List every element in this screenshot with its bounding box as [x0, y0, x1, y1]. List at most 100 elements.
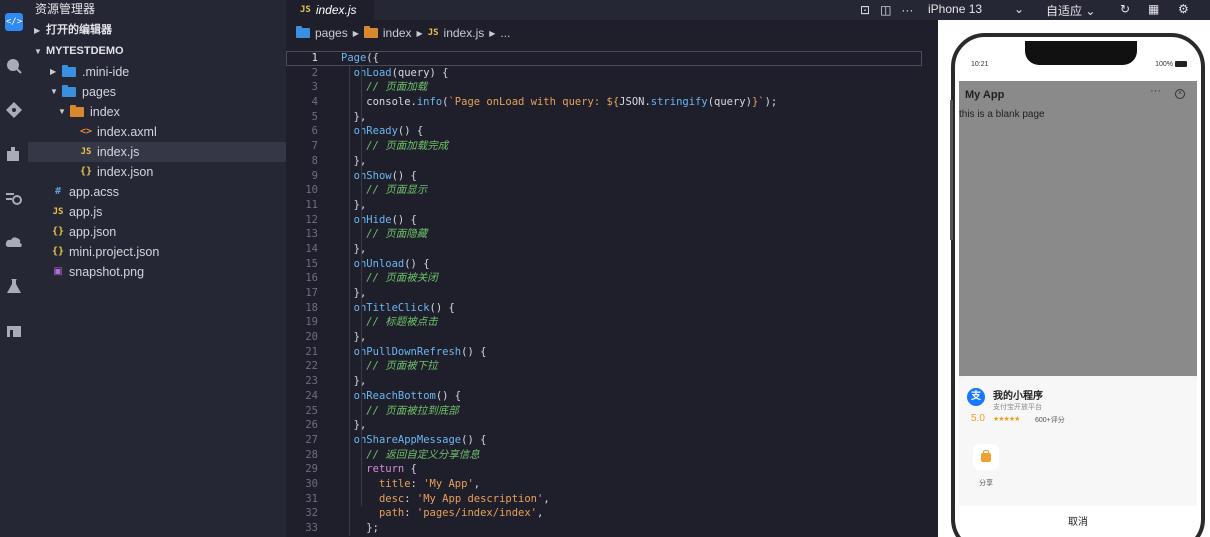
code-line[interactable]: 2 onLoad(query) { [286, 66, 938, 81]
tree-item[interactable]: JS index.js [28, 142, 286, 162]
code-line[interactable]: 8 }, [286, 154, 938, 169]
status-time: 10:21 [971, 61, 989, 68]
json-file-icon: {} [51, 246, 65, 257]
code-line[interactable]: 3 // 页面加载 [286, 80, 938, 95]
code-line[interactable]: 9 onShow() { [286, 169, 938, 184]
explorer-icon[interactable]: </> [0, 8, 28, 36]
open-editors-section[interactable]: ▶ 打开的编辑器 [28, 20, 286, 41]
refresh-icon[interactable]: ↻ [1120, 2, 1130, 16]
alipay-logo-icon: 支 [967, 388, 985, 406]
code-line[interactable]: 17 }, [286, 286, 938, 301]
code-line[interactable]: 30 title: 'My App', [286, 477, 938, 492]
tree-item[interactable]: # app.acss [28, 182, 286, 202]
search-icon[interactable] [0, 52, 28, 80]
code-line[interactable]: 22 // 页面被下拉 [286, 359, 938, 374]
share-button[interactable] [973, 444, 999, 470]
tree-item[interactable]: JS app.js [28, 202, 286, 222]
simulator-scrollbar[interactable] [950, 100, 953, 240]
code-line[interactable]: 10 // 页面显示 [286, 183, 938, 198]
js-file-icon: JS [80, 147, 92, 157]
simulator-toolbar: ⊡ ◫ ··· iPhone 13 ⌄ 自适应 ⌄ ↻ ▦ ⚙ [852, 0, 1210, 20]
cancel-button[interactable]: 取消 [959, 506, 1197, 537]
extensions-icon[interactable] [0, 140, 28, 168]
grid-icon[interactable]: ▦ [1148, 2, 1159, 16]
more-icon[interactable]: ··· [901, 3, 913, 17]
tree-item-label: index.js [97, 145, 140, 159]
code-line[interactable]: 4 console.info(`Page onLoad with query: … [286, 95, 938, 110]
json-file-icon: {} [79, 166, 93, 177]
tree-item[interactable]: <> index.axml [28, 122, 286, 142]
breadcrumb-item[interactable]: index.js [444, 26, 485, 40]
source-control-icon[interactable] [0, 96, 28, 124]
cloud-icon[interactable] [0, 228, 28, 256]
phone-notch [1025, 41, 1137, 65]
screenshot-icon[interactable]: ⊡ [860, 3, 870, 17]
code-line[interactable]: 32 path: 'pages/index/index', [286, 506, 938, 521]
code-line[interactable]: 5 }, [286, 110, 938, 125]
indent-guide [349, 66, 350, 536]
code-line[interactable]: 16 // 页面被关闭 [286, 271, 938, 286]
more-icon[interactable]: ··· [1150, 85, 1161, 97]
js-file-icon: JS [52, 207, 64, 217]
settings-icon[interactable]: ⚙ [1178, 2, 1189, 16]
chevron-down-icon[interactable]: ⌄ [1014, 2, 1024, 16]
code-line[interactable]: 6 onReady() { [286, 124, 938, 139]
code-area[interactable]: 1 Page({ 2 onLoad(query) { 3 // 页面加载 4 co… [286, 51, 938, 536]
share-bag-icon [981, 449, 991, 462]
tree-item[interactable]: ▼ pages [28, 82, 286, 102]
tree-item-label: pages [82, 85, 117, 99]
code-line[interactable]: 28 // 返回自定义分享信息 [286, 448, 938, 463]
breadcrumb-item[interactable]: ... [500, 26, 510, 40]
close-icon[interactable]: × [1175, 89, 1185, 99]
phone-screen: 10:21 100% My App ··· × this is a blank … [959, 41, 1197, 537]
breadcrumb-item[interactable]: pages [315, 26, 348, 40]
zoom-select[interactable]: 自适应 ⌄ [1046, 2, 1095, 19]
tab-index-js[interactable]: JS index.js [286, 0, 374, 20]
project-section[interactable]: ▼ MYTESTDEMO [28, 41, 286, 62]
tree-item[interactable]: ▼ index [28, 102, 286, 122]
code-line[interactable]: 31 desc: 'My App description', [286, 492, 938, 507]
code-line[interactable]: 11 }, [286, 198, 938, 213]
tree-item-label: app.js [69, 205, 103, 219]
tree-item[interactable]: {} app.json [28, 222, 286, 242]
code-line[interactable]: 15 onUnload() { [286, 257, 938, 272]
code-line[interactable]: 24 onReachBottom() { [286, 389, 938, 404]
tree-item-label: snapshot.png [69, 265, 145, 279]
code-line[interactable]: 33 }; [286, 521, 938, 536]
device-select[interactable]: iPhone 13 [928, 2, 982, 16]
tree-item[interactable]: ▶ .mini-ide [28, 62, 286, 82]
code-line[interactable]: 12 onHide() { [286, 213, 938, 228]
breadcrumb-item[interactable]: index [383, 26, 412, 40]
code-line[interactable]: 19 // 标题被点击 [286, 315, 938, 330]
folder-icon [70, 105, 84, 117]
chevron-down-icon: ▼ [58, 107, 66, 116]
tree-item[interactable]: {} mini.project.json [28, 242, 286, 262]
folder-icon [62, 85, 76, 97]
ide-window: </> 资源管理器 ▶ 打开的编辑器 ▼ MYTESTDEMO ▶ .mini-ide… [0, 0, 1210, 537]
code-editor[interactable]: JS index.js pages ▶ index ▶ JS index.js ▶… [286, 0, 949, 537]
debug-search-icon[interactable] [0, 184, 28, 212]
split-view-icon[interactable]: ◫ [880, 3, 891, 17]
code-line[interactable]: 18 onTitleClick() { [286, 301, 938, 316]
share-sheet: 支 我的小程序 支付宝开放平台 5.0 ★★★★★ 600+评分 分享 [959, 376, 1197, 506]
code-line[interactable]: 1 Page({ [286, 51, 922, 66]
code-line[interactable]: 20 }, [286, 330, 938, 345]
code-line[interactable]: 23 }, [286, 374, 938, 389]
tree-item[interactable]: {} index.json [28, 162, 286, 182]
code-line[interactable]: 26 }, [286, 418, 938, 433]
code-line[interactable]: 21 onPullDownRefresh() { [286, 345, 938, 360]
code-line[interactable]: 13 // 页面隐藏 [286, 227, 938, 242]
code-line[interactable]: 27 onShareAppMessage() { [286, 433, 938, 448]
test-flask-icon[interactable] [0, 272, 28, 300]
code-line[interactable]: 7 // 页面加载完成 [286, 139, 938, 154]
tree-item[interactable]: ▣ snapshot.png [28, 262, 286, 282]
code-line[interactable]: 29 return { [286, 462, 938, 477]
code-line[interactable]: 14 }, [286, 242, 938, 257]
chevron-right-icon: ▶ [489, 28, 496, 38]
build-icon[interactable] [0, 316, 28, 344]
image-file-icon: ▣ [53, 266, 63, 277]
rating-count: 600+评分 [1035, 417, 1065, 424]
folder-icon [296, 26, 310, 38]
miniapp-name: 我的小程序 [993, 391, 1043, 402]
code-line[interactable]: 25 // 页面被拉到底部 [286, 404, 938, 419]
